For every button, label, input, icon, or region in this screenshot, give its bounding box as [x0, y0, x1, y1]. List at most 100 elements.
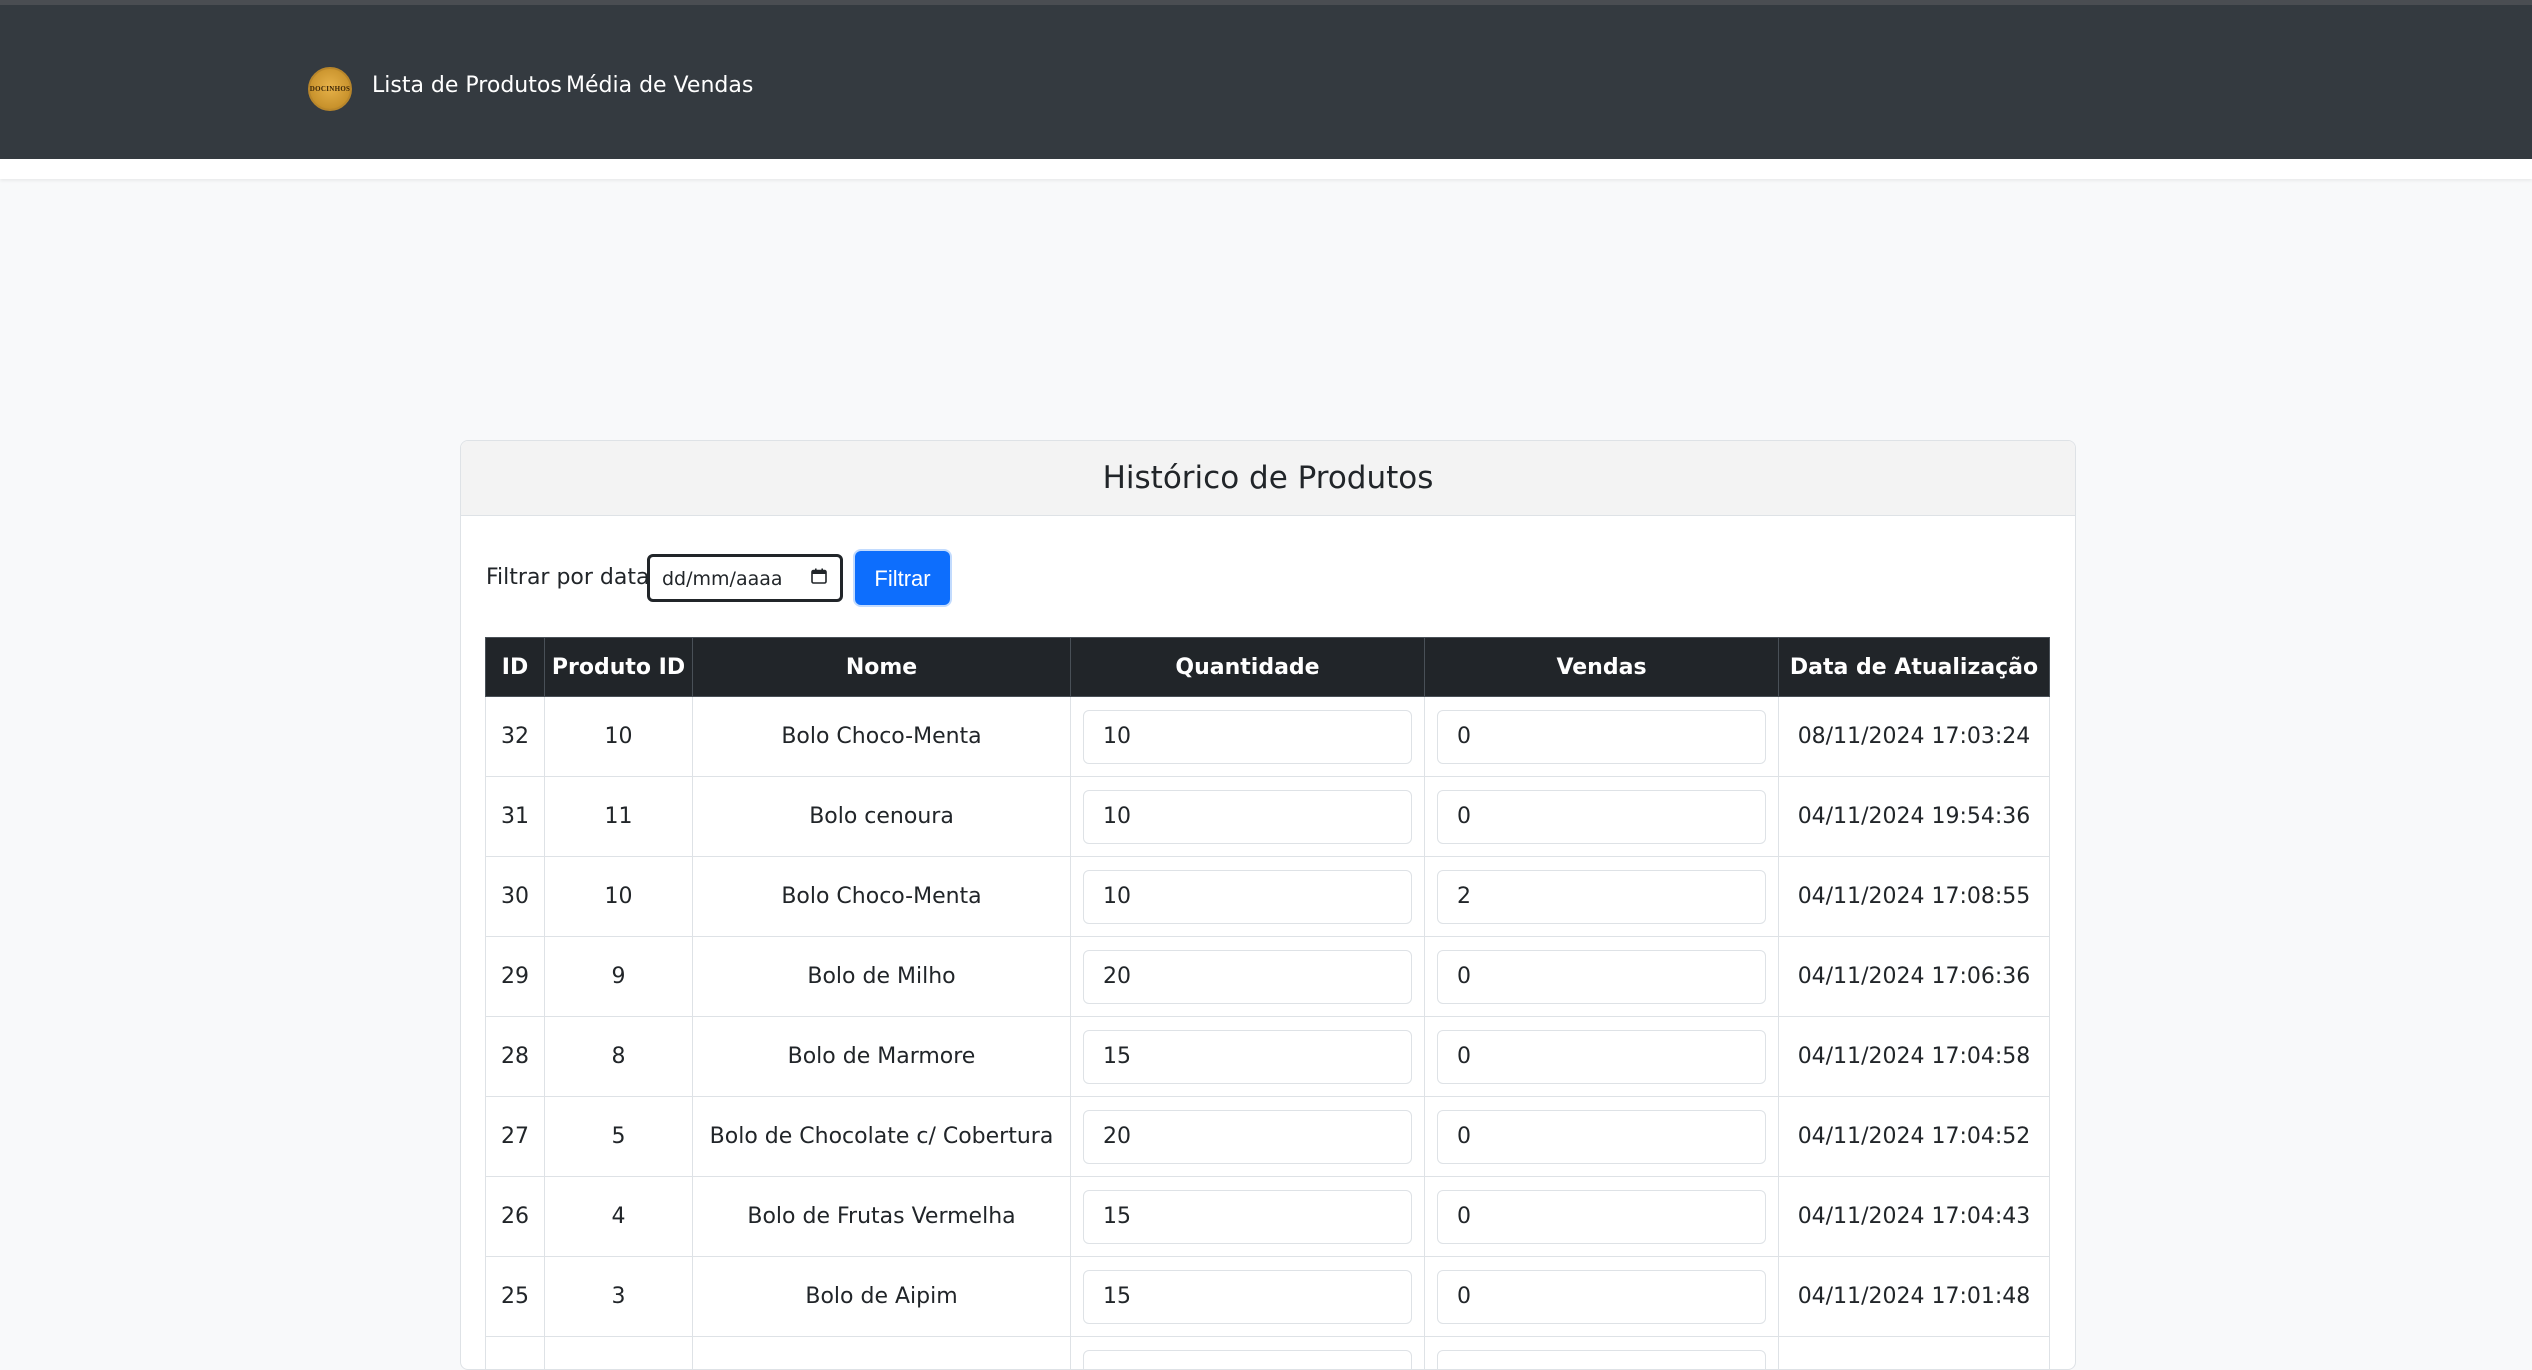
cell-produto-id: 3 [545, 1257, 693, 1337]
quantidade-input[interactable]: 10 [1083, 790, 1412, 844]
quantidade-input[interactable]: 15 [1083, 1270, 1412, 1324]
cell-nome: Bolo Choco-Menta [693, 857, 1071, 937]
cell-id: 28 [486, 1017, 545, 1097]
cell-vendas: 0 [1425, 1017, 1779, 1097]
col-header-data-atualizacao[interactable]: Data de Atualização [1779, 638, 2050, 697]
quantidade-input[interactable]: 10 [1083, 710, 1412, 764]
cell-id: 29 [486, 937, 545, 1017]
cell-vendas: 0 [1425, 937, 1779, 1017]
vendas-input[interactable]: 0 [1437, 1030, 1766, 1084]
cell-id [486, 1337, 545, 1370]
quantidade-input[interactable]: 10 [1083, 870, 1412, 924]
cell-data: 04/11/2024 17:04:52 [1779, 1097, 2050, 1177]
nav-link-lista-produtos[interactable]: Lista de Produtos [372, 71, 562, 101]
cell-vendas: 0 [1425, 1257, 1779, 1337]
cell-quantidade: 10 [1071, 777, 1425, 857]
cell-nome: Bolo de Milho [693, 937, 1071, 1017]
table-row: 29 9 Bolo de Milho 20 0 04/11/2024 17:06… [486, 937, 2050, 1017]
cell-quantidade: 20 [1071, 1097, 1425, 1177]
table-row: 32 10 Bolo Choco-Menta 10 0 08/11/2024 1… [486, 697, 2050, 777]
cell-data: 04/11/2024 17:08:55 [1779, 857, 2050, 937]
cell-produto-id [545, 1337, 693, 1370]
cell-id: 26 [486, 1177, 545, 1257]
col-header-nome[interactable]: Nome [693, 638, 1071, 697]
cell-id: 32 [486, 697, 545, 777]
quantidade-input[interactable]: 15 [1083, 1030, 1412, 1084]
historico-card: Histórico de Produtos Filtrar por data: … [460, 440, 2076, 1370]
calendar-icon[interactable] [811, 568, 827, 584]
cell-data: 04/11/2024 19:54:36 [1779, 777, 2050, 857]
brand-logo[interactable]: DOCINHOS [308, 67, 352, 111]
table-row: 26 4 Bolo de Frutas Vermelha 15 0 04/11/… [486, 1177, 2050, 1257]
cell-nome: Bolo de Frutas Vermelha [693, 1177, 1071, 1257]
table-row: 28 8 Bolo de Marmore 15 0 04/11/2024 17:… [486, 1017, 2050, 1097]
cell-produto-id: 11 [545, 777, 693, 857]
cell-quantidade: 15 [1071, 1177, 1425, 1257]
cell-id: 31 [486, 777, 545, 857]
cell-id: 30 [486, 857, 545, 937]
filter-label: Filtrar por data: [486, 563, 657, 593]
table-row: 25 3 Bolo de Aipim 15 0 04/11/2024 17:01… [486, 1257, 2050, 1337]
cell-data: 08/11/2024 17:03:24 [1779, 697, 2050, 777]
brand-logo-text: DOCINHOS [310, 85, 351, 93]
cell-vendas: 2 [1425, 857, 1779, 937]
cell-produto-id: 10 [545, 697, 693, 777]
table-row: 30 10 Bolo Choco-Menta 10 2 04/11/2024 1… [486, 857, 2050, 937]
quantidade-input[interactable]: 15 [1083, 1190, 1412, 1244]
cell-vendas: 0 [1425, 1177, 1779, 1257]
filter-button[interactable]: Filtrar [855, 551, 950, 605]
cell-quantidade: 15 [1071, 1017, 1425, 1097]
cell-id: 27 [486, 1097, 545, 1177]
cell-nome: Bolo de Aipim [693, 1257, 1071, 1337]
navbar-spacer [0, 159, 2532, 179]
cell-vendas: 0 [1425, 697, 1779, 777]
date-filter-input[interactable]: dd/mm/aaaa [647, 554, 843, 602]
cell-vendas [1425, 1337, 1779, 1370]
date-placeholder: dd/mm/aaaa [662, 568, 783, 590]
vendas-input[interactable] [1437, 1350, 1766, 1370]
cell-data: 04/11/2024 17:04:43 [1779, 1177, 2050, 1257]
cell-produto-id: 5 [545, 1097, 693, 1177]
cell-produto-id: 8 [545, 1017, 693, 1097]
table-header-row: ID Produto ID Nome Quantidade Vendas Dat… [486, 638, 2050, 697]
cell-nome [693, 1337, 1071, 1370]
cell-produto-id: 4 [545, 1177, 693, 1257]
cell-vendas: 0 [1425, 777, 1779, 857]
vendas-input[interactable]: 0 [1437, 1110, 1766, 1164]
col-header-produto-id[interactable]: Produto ID [545, 638, 693, 697]
col-header-vendas[interactable]: Vendas [1425, 638, 1779, 697]
cell-quantidade [1071, 1337, 1425, 1370]
cell-data: 04/11/2024 17:01:48 [1779, 1257, 2050, 1337]
cell-produto-id: 10 [545, 857, 693, 937]
table-row: 31 11 Bolo cenoura 10 0 04/11/2024 19:54… [486, 777, 2050, 857]
vendas-input[interactable]: 0 [1437, 790, 1766, 844]
quantidade-input[interactable]: 20 [1083, 1110, 1412, 1164]
cell-data [1779, 1337, 2050, 1370]
vendas-input[interactable]: 2 [1437, 870, 1766, 924]
cell-quantidade: 15 [1071, 1257, 1425, 1337]
card-title: Histórico de Produtos [461, 441, 2075, 516]
cell-produto-id: 9 [545, 937, 693, 1017]
cell-nome: Bolo de Marmore [693, 1017, 1071, 1097]
vendas-input[interactable]: 0 [1437, 1270, 1766, 1324]
quantidade-input[interactable]: 20 [1083, 950, 1412, 1004]
cell-nome: Bolo de Chocolate c/ Cobertura [693, 1097, 1071, 1177]
col-header-quantidade[interactable]: Quantidade [1071, 638, 1425, 697]
cell-quantidade: 10 [1071, 697, 1425, 777]
cell-quantidade: 10 [1071, 857, 1425, 937]
vendas-input[interactable]: 0 [1437, 1190, 1766, 1244]
cell-vendas: 0 [1425, 1097, 1779, 1177]
cell-id: 25 [486, 1257, 545, 1337]
vendas-input[interactable]: 0 [1437, 950, 1766, 1004]
table-row-partial [486, 1337, 2050, 1370]
cell-nome: Bolo cenoura [693, 777, 1071, 857]
historico-table: ID Produto ID Nome Quantidade Vendas Dat… [485, 637, 2050, 1370]
vendas-input[interactable]: 0 [1437, 710, 1766, 764]
cell-data: 04/11/2024 17:06:36 [1779, 937, 2050, 1017]
cell-nome: Bolo Choco-Menta [693, 697, 1071, 777]
nav-link-media-vendas[interactable]: Média de Vendas [566, 71, 753, 101]
quantidade-input[interactable] [1083, 1350, 1412, 1370]
table-row: 27 5 Bolo de Chocolate c/ Cobertura 20 0… [486, 1097, 2050, 1177]
navbar: DOCINHOS Lista de Produtos Média de Vend… [0, 5, 2532, 159]
col-header-id[interactable]: ID [486, 638, 545, 697]
